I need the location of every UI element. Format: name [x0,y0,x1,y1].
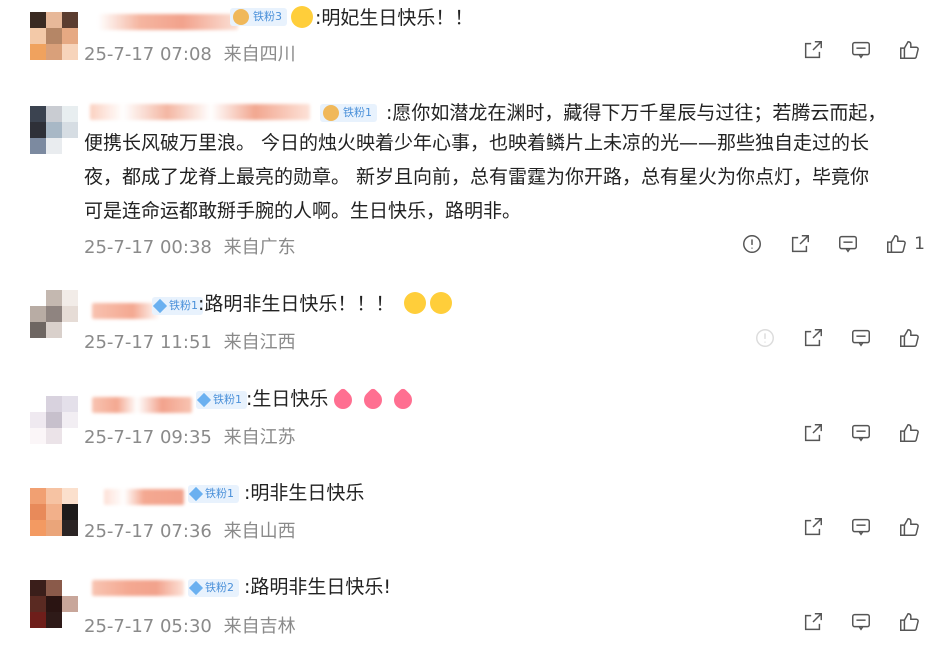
share-icon[interactable] [788,232,812,256]
comment-text-body: :明妃生日快乐！！ [315,7,474,29]
comment-text: :路明非生日快乐! [244,573,391,602]
avatar[interactable] [30,12,78,60]
comment-text-line: :愿你如潜龙在渊时，藏得下万千星辰与过往；若腾云而起， [386,102,887,124]
diamond-icon [196,392,212,408]
timestamp: 25-7-17 05:30 [84,616,212,637]
thumbs-up-icon[interactable] [897,38,921,62]
diamond-icon [152,298,168,314]
comment-text: 夜，都成了龙脊上最亮的勋章。 新岁且向前，总有雷霆为你开路，总有星火为你点灯，毕… [84,163,869,192]
heart-emoji-icon [330,387,357,413]
username[interactable] [90,104,310,120]
comment-text-body: :生日快乐 [246,388,329,410]
comment-text: :路明非生日快乐！！！ [198,290,454,319]
share-icon[interactable] [801,610,825,634]
comment-actions [801,610,921,634]
comment-text-line: 可是连命运都敢掰手腕的人啊。生日快乐，路明非。 [84,200,522,222]
thumbs-up-icon[interactable] [897,421,921,445]
share-icon[interactable] [801,421,825,445]
share-icon[interactable] [801,326,825,350]
heart-emoji-icon [360,387,387,413]
timestamp: 25-7-17 07:36 [84,521,212,542]
comment-text: 便携长风破万里浪。 今日的烛火映着少年心事，也映着鳞片上未凉的光——那些独自走过… [84,129,869,158]
avatar[interactable] [30,488,78,536]
avatar[interactable] [30,106,78,154]
comment-icon[interactable] [849,421,873,445]
comment-meta: 25-7-17 00:38 来自广东 [84,233,296,259]
comment-text: :生日快乐 [246,385,418,414]
badge-avatar-icon [233,9,249,25]
username[interactable] [92,303,160,319]
avatar[interactable] [30,396,78,444]
comment-text-line: 夜，都成了龙脊上最亮的勋章。 新岁且向前，总有雷霆为你开路，总有星火为你点灯，毕… [84,166,870,188]
fan-badge: 铁粉3 [230,8,287,26]
timestamp: 25-7-17 09:35 [84,427,212,448]
comment-meta: 25-7-17 05:30 来自吉林 [84,612,296,638]
fan-badge: 铁粉1 [196,391,247,409]
share-icon[interactable] [801,515,825,539]
location: 来自吉林 [223,616,296,637]
thumbs-up-icon[interactable] [897,326,921,350]
crying-emoji-icon [404,292,427,314]
timestamp: 25-7-17 00:38 [84,237,212,258]
comment-actions [801,421,921,445]
comment-text: :愿你如潜龙在渊时，藏得下万千星辰与过往；若腾云而起， [386,99,886,128]
username[interactable] [92,397,192,413]
username[interactable] [98,14,238,30]
diamond-icon [188,486,204,502]
comment-meta: 25-7-17 11:51 来自江西 [84,328,296,354]
comment-actions [753,326,921,350]
comment-text-body: :明非生日快乐 [244,482,365,504]
comment-icon[interactable] [849,610,873,634]
timestamp: 25-7-17 07:08 [84,44,212,65]
heart-emoji-icon [390,387,417,413]
location: 来自广东 [223,237,296,258]
location: 来自江苏 [223,427,296,448]
comment-icon[interactable] [836,232,860,256]
username[interactable] [104,489,184,505]
fan-badge: 铁粉1 [188,485,239,503]
comment-text-body: :路明非生日快乐! [244,576,392,598]
badge-label: 铁粉1 [343,106,372,119]
thumbs-up-icon[interactable] [884,232,908,256]
comment-icon[interactable] [849,515,873,539]
badge-avatar-icon [323,105,339,121]
thumbs-up-icon[interactable] [897,515,921,539]
location: 来自四川 [223,44,296,65]
comment-text-body: :路明非生日快乐！！！ [198,293,395,315]
thumbs-up-icon[interactable] [897,610,921,634]
comment-text: 可是连命运都敢掰手腕的人啊。生日快乐，路明非。 [84,197,521,226]
report-icon[interactable] [753,326,777,350]
fan-badge: 铁粉1 [152,297,203,315]
badge-label: 铁粉1 [169,299,198,312]
comment-actions [801,38,921,62]
username[interactable] [92,580,184,596]
badge-label: 铁粉1 [213,393,242,406]
fan-badge: 铁粉1 [320,104,377,122]
kiss-emoji-icon [291,6,313,28]
avatar[interactable] [30,290,78,338]
comment-text: :明妃生日快乐！！ [289,4,473,33]
share-icon[interactable] [801,38,825,62]
comment-text-line: 便携长风破万里浪。 今日的烛火映着少年心事，也映着鳞片上未凉的光——那些独自走过… [84,132,870,154]
avatar[interactable] [30,580,78,628]
comment-icon[interactable] [849,38,873,62]
comment-meta: 25-7-17 09:35 来自江苏 [84,423,296,449]
diamond-icon [188,580,204,596]
comment-meta: 25-7-17 07:36 来自山西 [84,517,296,543]
badge-label: 铁粉2 [205,581,234,594]
like-count: 1 [914,234,925,254]
fan-badge: 铁粉2 [188,579,239,597]
comment-icon[interactable] [849,326,873,350]
timestamp: 25-7-17 11:51 [84,332,212,353]
badge-label: 铁粉1 [205,487,234,500]
comment-actions [801,515,921,539]
location: 来自山西 [223,521,296,542]
location: 来自江西 [223,332,296,353]
comment-meta: 25-7-17 07:08 来自四川 [84,40,296,66]
comment-actions: 1 [740,232,925,256]
badge-label: 铁粉3 [253,10,282,23]
comment-text: :明非生日快乐 [244,479,364,508]
report-icon[interactable] [740,232,764,256]
crying-emoji-icon [430,292,453,314]
